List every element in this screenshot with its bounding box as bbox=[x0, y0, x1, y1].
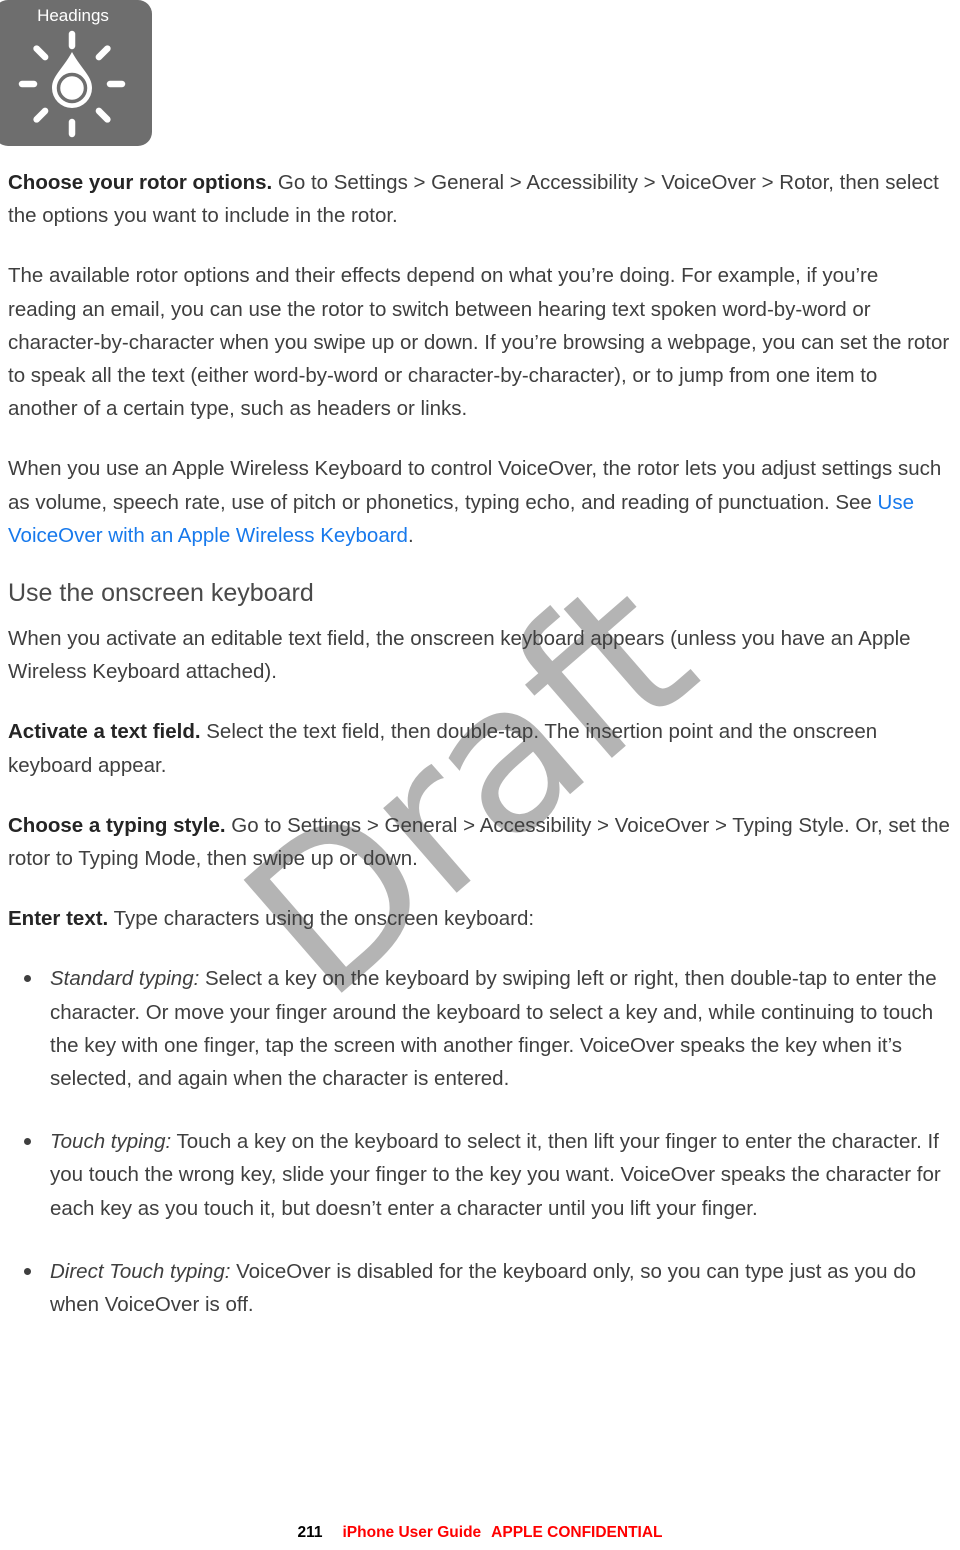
list-item-term: Touch typing: bbox=[50, 1130, 172, 1154]
paragraph-editable-text-field: When you activate an editable text field… bbox=[8, 622, 952, 688]
list-item: Direct Touch typing: VoiceOver is disabl… bbox=[8, 1255, 952, 1321]
list-item-text: Touch a key on the keyboard to select it… bbox=[50, 1130, 941, 1220]
paragraph-available-rotor-options: The available rotor options and their ef… bbox=[8, 259, 952, 425]
list-item: Standard typing: Select a key on the key… bbox=[8, 962, 952, 1095]
footer-confidential-notice: APPLE CONFIDENTIAL bbox=[491, 1524, 663, 1541]
paragraph-lead-choose-a-typing-style: Choose a typing style. bbox=[8, 813, 226, 837]
paragraph-text-editable-text-field: When you activate an editable text field… bbox=[8, 627, 911, 684]
paragraph-activate-a-text-field: Activate a text field. Select the text f… bbox=[8, 715, 952, 781]
paragraph-choose-rotor-options: Choose your rotor options. Go to Setting… bbox=[8, 166, 952, 232]
paragraph-lead-choose-rotor-options: Choose your rotor options. bbox=[8, 171, 273, 194]
list-item-term: Direct Touch typing: bbox=[50, 1259, 231, 1283]
footer-page-number: 211 bbox=[297, 1524, 323, 1541]
list-item-term: Standard typing: bbox=[50, 967, 200, 991]
typing-styles-list: Standard typing: Select a key on the key… bbox=[8, 962, 952, 1321]
paragraph-choose-a-typing-style: Choose a typing style. Go to Settings > … bbox=[8, 809, 952, 875]
list-item: Touch typing: Touch a key on the keyboar… bbox=[8, 1125, 952, 1225]
page-footer: 211 iPhone User Guide APPLE CONFIDENTIAL bbox=[0, 1524, 960, 1542]
section-heading-use-the-onscreen-keyboard: Use the onscreen keyboard bbox=[8, 579, 314, 608]
footer-guide-name: iPhone User Guide bbox=[342, 1524, 482, 1541]
paragraph-lead-enter-text: Enter text. bbox=[8, 907, 109, 931]
paragraph-apple-wireless-keyboard: When you use an Apple Wireless Keyboard … bbox=[8, 452, 952, 552]
paragraph-lead-activate-a-text-field: Activate a text field. bbox=[8, 720, 201, 744]
figure-spacer bbox=[8, 0, 952, 166]
paragraph-text-after-link: . bbox=[407, 523, 414, 547]
paragraph-enter-text: Enter text. Type characters using the on… bbox=[8, 902, 952, 935]
paragraph-text-before-link: When you use an Apple Wireless Keyboard … bbox=[8, 457, 942, 514]
document-page: Draft Headings Choose your rotor options… bbox=[0, 0, 960, 1550]
paragraph-text-available-rotor-options: The available rotor options and their ef… bbox=[8, 264, 950, 421]
paragraph-text-enter-text: Type characters using the onscreen keybo… bbox=[108, 907, 535, 931]
document-body: Choose your rotor options. Go to Setting… bbox=[0, 0, 960, 1321]
